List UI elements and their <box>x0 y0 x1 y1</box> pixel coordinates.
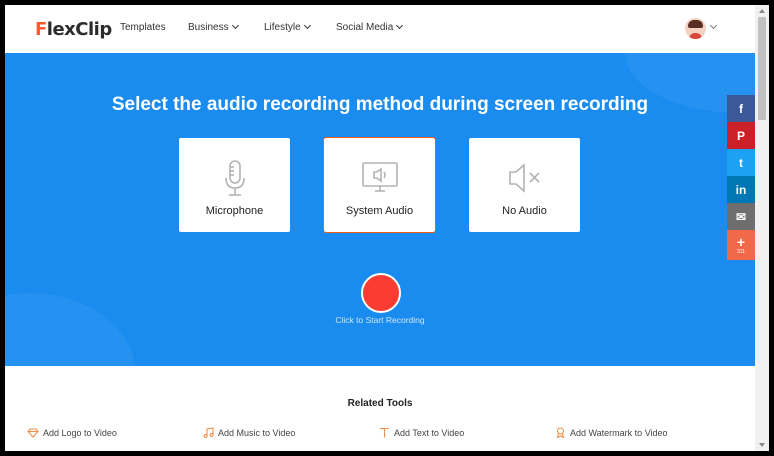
nav-lifestyle-label: Lifestyle <box>264 22 301 33</box>
text-icon <box>380 428 389 438</box>
nav-social-media[interactable]: Social Media <box>336 21 404 33</box>
start-recording-label[interactable]: Click to Start Recording <box>5 315 755 325</box>
share-count: 311 <box>737 249 745 255</box>
pinterest-icon: P <box>736 128 745 143</box>
chevron-down-icon <box>396 21 404 30</box>
hero-section: Select the audio recording method during… <box>5 53 755 366</box>
tool-add-music-label: Add Music to Video <box>218 428 296 438</box>
pinterest-share-button[interactable]: P <box>727 122 755 149</box>
linkedin-icon: in <box>735 182 747 197</box>
no-audio-option-card[interactable]: No Audio <box>469 138 580 232</box>
scrollbar-thumb[interactable] <box>758 17 766 120</box>
tool-add-music-link[interactable]: Add Music to Video <box>203 427 296 439</box>
nav-templates[interactable]: Templates <box>120 22 166 33</box>
chevron-down-icon <box>303 21 311 30</box>
tool-add-logo-label: Add Logo to Video <box>43 428 117 438</box>
nav-templates-label: Templates <box>120 22 166 33</box>
tool-add-logo-link[interactable]: Add Logo to Video <box>27 428 117 439</box>
facebook-share-button[interactable]: f <box>727 95 755 122</box>
tool-add-text-link[interactable]: Add Text to Video <box>379 428 464 439</box>
related-tools-heading: Related Tools <box>347 398 413 409</box>
nav-social-media-label: Social Media <box>336 22 394 33</box>
tool-add-watermark-label: Add Watermark to Video <box>570 428 668 438</box>
email-share-button[interactable]: ✉ <box>727 203 755 230</box>
account-chevron-down-icon[interactable] <box>709 21 718 30</box>
page-title: Select the audio recording method during… <box>111 94 649 115</box>
microphone-icon <box>179 158 290 198</box>
music-note-icon <box>203 427 214 439</box>
nav-business[interactable]: Business <box>188 21 239 33</box>
twitter-share-button[interactable]: t <box>727 149 755 176</box>
facebook-icon: f <box>739 101 743 116</box>
system-audio-option-card[interactable]: System Audio <box>323 137 436 233</box>
more-share-button[interactable]: + 311 <box>727 230 755 260</box>
nav-business-label: Business <box>188 22 229 33</box>
scroll-up-arrow-icon[interactable] <box>759 9 765 13</box>
linkedin-share-button[interactable]: in <box>727 176 755 203</box>
no-audio-option-label: No Audio <box>502 205 547 217</box>
twitter-icon: t <box>739 155 743 170</box>
watermark-icon <box>556 427 565 439</box>
tool-add-text-label: Add Text to Video <box>394 428 465 438</box>
system-audio-option-label: System Audio <box>345 205 414 217</box>
email-icon: ✉ <box>735 209 747 224</box>
top-navbar: FlexClip Templates Business Lifestyle So… <box>5 5 755 53</box>
plus-icon: + <box>736 234 746 250</box>
mute-icon <box>469 158 580 198</box>
tool-add-watermark-link[interactable]: Add Watermark to Video <box>555 427 668 439</box>
microphone-option-card[interactable]: Microphone <box>179 138 290 232</box>
scroll-down-arrow-icon[interactable] <box>759 443 765 447</box>
user-avatar[interactable] <box>685 18 706 39</box>
system-audio-icon <box>324 158 435 198</box>
vertical-scrollbar[interactable] <box>755 5 769 451</box>
browser-window: FlexClip Templates Business Lifestyle So… <box>5 5 769 451</box>
start-recording-button[interactable] <box>361 273 401 313</box>
diamond-icon <box>27 428 39 438</box>
flexclip-logo[interactable]: FlexClip <box>35 19 112 40</box>
chevron-down-icon <box>231 21 239 30</box>
microphone-option-label: Microphone <box>205 205 264 217</box>
nav-lifestyle[interactable]: Lifestyle <box>264 21 311 33</box>
